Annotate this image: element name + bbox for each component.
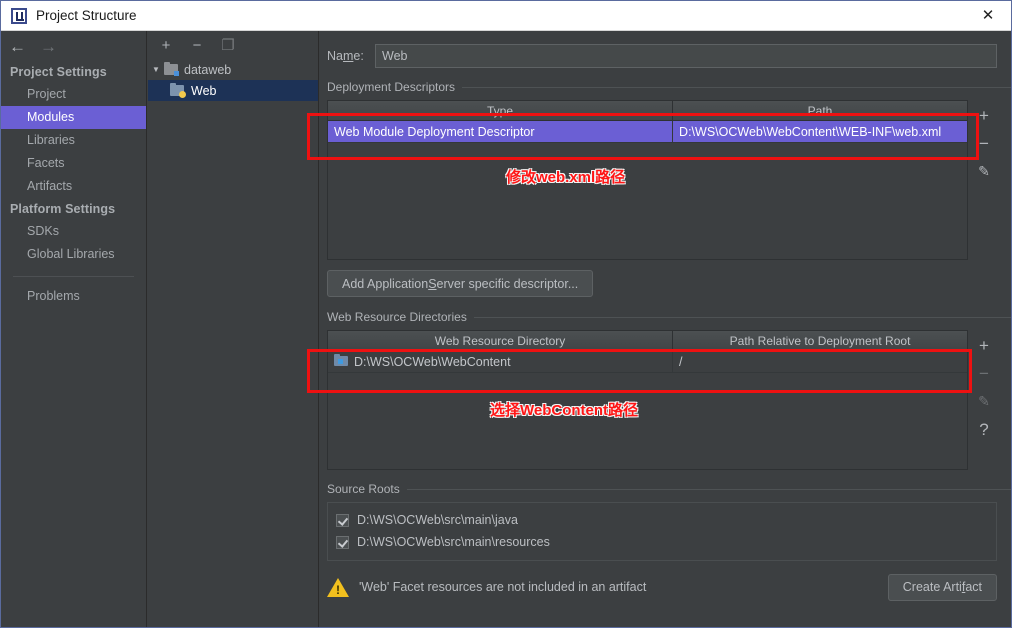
tree-node-web[interactable]: Web bbox=[148, 80, 318, 101]
column-header-path[interactable]: Path bbox=[673, 101, 967, 120]
list-item[interactable]: D:\WS\OCWeb\src\main\java bbox=[328, 509, 996, 531]
name-row: Name: bbox=[320, 31, 1011, 68]
table-row[interactable]: Web Module Deployment Descriptor D:\WS\O… bbox=[328, 121, 967, 143]
group-rule bbox=[462, 86, 1011, 88]
remove-module-icon[interactable]: − bbox=[189, 37, 205, 53]
cell-path: D:\WS\OCWeb\WebContent\WEB-INF\web.xml bbox=[679, 124, 942, 139]
tree-node-label: dataweb bbox=[184, 62, 232, 77]
sidebar-item-project[interactable]: Project bbox=[1, 83, 146, 106]
warning-icon bbox=[327, 577, 349, 597]
tree-node-dataweb[interactable]: ▼ dataweb bbox=[148, 59, 318, 80]
column-header-type[interactable]: Type bbox=[328, 101, 674, 120]
project-structure-dialog: Project Structure ✕ ← → Project Settings… bbox=[0, 0, 1012, 628]
column-header-web-resource-directory[interactable]: Web Resource Directory bbox=[328, 331, 674, 350]
close-icon[interactable]: ✕ bbox=[965, 1, 1011, 30]
settings-sidebar: ← → Project Settings Project Modules Lib… bbox=[1, 31, 147, 627]
folder-icon bbox=[334, 354, 348, 367]
add-resource-dir-button[interactable]: + bbox=[972, 331, 996, 359]
sidebar-divider bbox=[13, 276, 134, 277]
web-resource-directories-table[interactable]: Web Resource Directory Path Relative to … bbox=[327, 330, 968, 470]
add-descriptor-row: Add Application Server specific descript… bbox=[327, 270, 997, 297]
group-rule bbox=[473, 316, 1011, 318]
intellij-idea-icon bbox=[11, 7, 27, 24]
cell-relative-path: / bbox=[679, 354, 683, 369]
deployment-descriptors-buttons: + − ✎ bbox=[971, 100, 997, 260]
edit-descriptor-button[interactable]: ✎ bbox=[972, 157, 996, 185]
name-label: Name: bbox=[327, 49, 364, 63]
cell-directory-label: D:\WS\OCWeb\WebContent bbox=[354, 354, 511, 369]
chevron-down-icon[interactable]: ▼ bbox=[148, 65, 164, 74]
sidebar-item-facets[interactable]: Facets bbox=[1, 152, 146, 175]
copy-module-icon[interactable]: ❐ bbox=[220, 37, 236, 53]
sidebar-item-global-libraries[interactable]: Global Libraries bbox=[1, 243, 146, 266]
remove-resource-dir-button[interactable]: − bbox=[972, 359, 996, 387]
warning-message: 'Web' Facet resources are not included i… bbox=[359, 580, 647, 594]
cell-directory: D:\WS\OCWeb\WebContent bbox=[328, 351, 674, 372]
sidebar-item-artifacts[interactable]: Artifacts bbox=[1, 175, 146, 198]
facet-warning-row: 'Web' Facet resources are not included i… bbox=[327, 570, 997, 604]
remove-descriptor-button[interactable]: − bbox=[972, 129, 996, 157]
table-header: Type Path bbox=[328, 101, 967, 121]
source-roots-title: Source Roots bbox=[320, 482, 1011, 496]
sidebar-item-libraries[interactable]: Libraries bbox=[1, 129, 146, 152]
sidebar-item-problems[interactable]: Problems bbox=[1, 285, 146, 308]
source-root-label: D:\WS\OCWeb\src\main\java bbox=[357, 513, 518, 527]
add-application-server-descriptor-button[interactable]: Add Application Server specific descript… bbox=[327, 270, 594, 297]
sidebar-item-sdks[interactable]: SDKs bbox=[1, 220, 146, 243]
list-item[interactable]: D:\WS\OCWeb\src\main\resources bbox=[328, 531, 996, 553]
sidebar-item-modules[interactable]: Modules bbox=[1, 106, 146, 129]
source-roots-list: D:\WS\OCWeb\src\main\java D:\WS\OCWeb\sr… bbox=[327, 502, 997, 561]
web-resource-directories-buttons: + − ✎ ? bbox=[971, 330, 997, 470]
edit-resource-dir-button[interactable]: ✎ bbox=[972, 387, 996, 415]
column-header-relative-path[interactable]: Path Relative to Deployment Root bbox=[673, 331, 967, 350]
group-rule bbox=[406, 488, 1011, 490]
table-row[interactable]: D:\WS\OCWeb\WebContent / bbox=[328, 351, 967, 373]
deployment-descriptors-table[interactable]: Type Path Web Module Deployment Descript… bbox=[327, 100, 968, 260]
web-resource-directories-title: Web Resource Directories bbox=[320, 310, 1011, 324]
sidebar-group-project-settings: Project Settings bbox=[10, 65, 107, 79]
back-arrow-icon[interactable]: ← bbox=[9, 38, 26, 55]
name-input[interactable] bbox=[375, 44, 997, 68]
add-descriptor-button[interactable]: + bbox=[972, 101, 996, 129]
help-resource-dir-button[interactable]: ? bbox=[972, 415, 996, 443]
window-title: Project Structure bbox=[36, 8, 137, 23]
tree-node-label: Web bbox=[191, 83, 217, 98]
source-root-checkbox[interactable] bbox=[336, 535, 349, 549]
cell-type: Web Module Deployment Descriptor bbox=[328, 121, 674, 142]
source-root-checkbox[interactable] bbox=[336, 513, 349, 527]
module-tree-toolbar: + − ❐ bbox=[148, 31, 318, 59]
title-bar: Project Structure ✕ bbox=[1, 1, 1011, 31]
navigation-arrows: ← → bbox=[1, 31, 146, 61]
web-resource-directories-section: Web Resource Directory Path Relative to … bbox=[327, 330, 997, 470]
deployment-descriptors-title: Deployment Descriptors bbox=[320, 80, 1011, 94]
deployment-descriptors-section: Type Path Web Module Deployment Descript… bbox=[327, 100, 997, 260]
create-artifact-button[interactable]: Create Arti f act bbox=[887, 573, 997, 601]
add-module-icon[interactable]: + bbox=[158, 37, 174, 53]
forward-arrow-icon[interactable]: → bbox=[40, 38, 57, 55]
table-header: Web Resource Directory Path Relative to … bbox=[328, 331, 967, 351]
source-root-label: D:\WS\OCWeb\src\main\resources bbox=[357, 535, 550, 549]
module-tree-panel: + − ❐ ▼ dataweb Web bbox=[148, 31, 319, 627]
module-folder-icon bbox=[164, 61, 179, 76]
web-facet-icon bbox=[170, 82, 186, 98]
sidebar-group-platform-settings: Platform Settings bbox=[10, 202, 116, 216]
facet-settings-panel: Name: Deployment Descriptors Type Path W… bbox=[320, 31, 1011, 627]
